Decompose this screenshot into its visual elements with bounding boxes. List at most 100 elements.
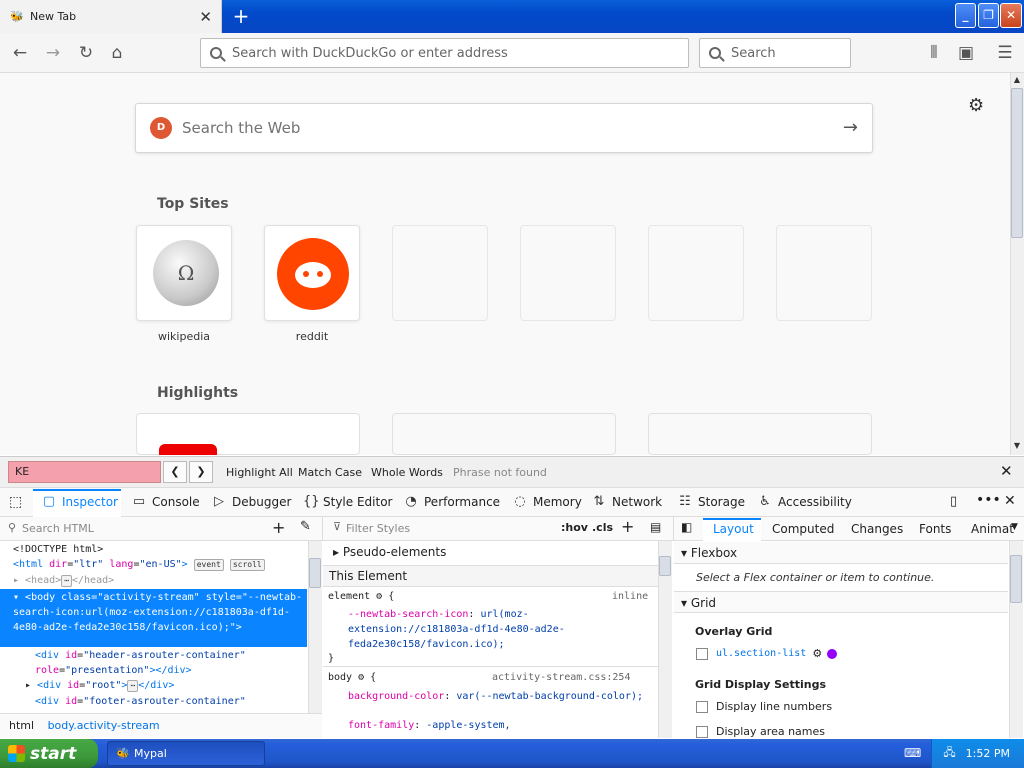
close-window-button[interactable]: ✕ [1000, 3, 1022, 28]
print-simulation-icon[interactable]: ▤ [650, 520, 661, 534]
web-search-box[interactable]: D Search the Web → [135, 103, 873, 153]
add-node-icon[interactable]: + [272, 518, 285, 537]
highlight-all-option[interactable]: Highlight All [226, 466, 293, 479]
match-case-option[interactable]: Match Case [298, 466, 362, 479]
top-site-label: reddit [295, 330, 329, 343]
pseudo-elements-toggle[interactable]: ▸ Pseudo-elements [333, 545, 446, 559]
more-options-icon[interactable]: ••• [976, 492, 1001, 508]
html-line[interactable]: <div id="footer-asrouter-container" [35, 694, 246, 709]
tab-new-tab[interactable]: 🐝 New Tab ✕ [0, 0, 222, 33]
highlight-card-empty[interactable] [392, 413, 616, 455]
find-next-button[interactable]: ❯ [189, 461, 213, 483]
back-icon[interactable]: ← [9, 42, 31, 64]
layout-scrollbar-thumb[interactable] [1010, 555, 1022, 603]
devtools-close-icon[interactable]: ✕ [1004, 493, 1016, 509]
add-rule-icon[interactable]: + [621, 517, 634, 536]
tab-animations[interactable]: Animat [971, 522, 1014, 536]
element-picker-icon[interactable]: ⬚ [9, 494, 22, 510]
scroll-up-icon[interactable]: ▲ [1011, 74, 1023, 86]
toggle-pane-icon[interactable]: ◧ [681, 520, 692, 534]
sidebar-icon[interactable]: ▣ [955, 42, 977, 64]
html-line[interactable]: ▸ <div id="root"> ⋯ </div> [25, 678, 174, 693]
grid-item-checkbox[interactable] [696, 647, 708, 660]
page-scrollbar-thumb[interactable] [1011, 88, 1023, 238]
find-close-icon[interactable]: ✕ [1000, 462, 1013, 480]
rules-scrollbar-thumb[interactable] [659, 556, 671, 576]
gear-icon[interactable]: ⚙ [968, 95, 984, 116]
search-bar[interactable]: Search [699, 38, 851, 68]
clock[interactable]: 1:52 PM [966, 747, 1010, 760]
dock-icon[interactable]: ▯ [950, 494, 957, 509]
tab-debugger[interactable]: ▷ Debugger [212, 495, 291, 510]
highlight-card-youtube[interactable] [136, 413, 360, 455]
tab-layout[interactable]: Layout [713, 522, 754, 536]
top-site-empty[interactable] [776, 225, 872, 321]
top-site-wikipedia[interactable]: Ω [136, 225, 232, 321]
library-icon[interactable]: ⫴ [923, 42, 945, 64]
taskbar-item-mypal[interactable]: 🐝 Mypal [107, 741, 265, 766]
tab-style-editor[interactable]: {} Style Editor [303, 495, 392, 510]
minimize-button[interactable]: _ [955, 3, 976, 28]
hov-button[interactable]: :hov [561, 521, 588, 534]
find-previous-button[interactable]: ❮ [163, 461, 187, 483]
tab-fonts[interactable]: Fonts [919, 522, 951, 536]
network-tray-icon[interactable]: 🖧 [943, 744, 955, 763]
scroll-down-icon[interactable]: ▼ [1011, 440, 1023, 452]
menu-icon[interactable]: ☰ [994, 42, 1016, 64]
grid-item-row[interactable]: ul.section-list ⚙ [696, 647, 838, 660]
top-site-empty[interactable] [392, 225, 488, 321]
rule-declaration[interactable]: --newtab-search-icon: url(moz-extension:… [348, 607, 648, 652]
html-line[interactable]: ▸ <head> ⋯ </head> [13, 573, 114, 588]
html-line[interactable]: <!DOCTYPE html> [13, 542, 103, 557]
display-line-numbers-option[interactable]: Display line numbers [696, 700, 832, 713]
rule-declaration[interactable]: background-color: var(--newtab-backgroun… [348, 689, 648, 704]
highlight-card-empty[interactable] [648, 413, 872, 455]
grid-toggle[interactable]: ▾ Grid [681, 596, 716, 610]
reload-icon[interactable]: ↻ [75, 42, 97, 64]
search-html-input[interactable]: Search HTML [22, 522, 94, 535]
tab-changes[interactable]: Changes [851, 522, 903, 536]
top-site-empty[interactable] [520, 225, 616, 321]
filter-styles-input[interactable]: Filter Styles [346, 522, 410, 535]
tab-accessibility[interactable]: ♿ Accessibility [758, 495, 852, 510]
tab-console[interactable]: ▭ Console [132, 495, 200, 510]
display-area-names-option[interactable]: Display area names [696, 725, 825, 738]
tab-close-icon[interactable]: ✕ [199, 8, 212, 26]
tab-label: Network [612, 495, 663, 509]
forward-icon[interactable]: → [42, 42, 64, 64]
home-icon[interactable]: ⌂ [106, 42, 128, 64]
checkbox[interactable] [696, 700, 708, 713]
html-line-body[interactable]: ▾ <body class="activity-stream" style="-… [13, 590, 305, 635]
checkbox[interactable] [696, 725, 708, 738]
flexbox-toggle[interactable]: ▾ Flexbox [681, 546, 737, 560]
breadcrumb-body[interactable]: body.activity-stream [48, 719, 160, 732]
grid-color-swatch[interactable] [827, 648, 838, 659]
tab-inspector[interactable]: ▢ Inspector [42, 495, 118, 510]
find-input[interactable]: KE [8, 461, 161, 483]
top-site-empty[interactable] [648, 225, 744, 321]
rule-source-file[interactable]: activity-stream.css:254 [492, 672, 630, 683]
cls-button[interactable]: .cls [592, 521, 613, 534]
breadcrumb-html[interactable]: html [9, 719, 34, 732]
tab-performance[interactable]: ◔ Performance [404, 495, 500, 510]
whole-words-option[interactable]: Whole Words [371, 466, 443, 479]
tab-network[interactable]: ⇅ Network [592, 495, 663, 510]
top-site-reddit[interactable] [264, 225, 360, 321]
maximize-button[interactable]: ❐ [978, 3, 999, 28]
tab-computed[interactable]: Computed [772, 522, 834, 536]
html-scrollbar-thumb[interactable] [309, 558, 321, 588]
html-line[interactable]: role="presentation"></div> [35, 663, 192, 678]
tab-storage[interactable]: ☷ Storage [678, 495, 745, 510]
html-line[interactable]: <div id="header-asrouter-container" [35, 648, 246, 663]
eyedropper-icon[interactable]: ✎ [300, 519, 311, 534]
grid-settings-icon[interactable]: ⚙ [812, 647, 822, 660]
url-bar[interactable]: Search with DuckDuckGo or enter address [200, 38, 689, 68]
tabs-overflow-icon[interactable]: ▼ [1011, 522, 1018, 532]
tab-memory[interactable]: ◌ Memory [513, 495, 581, 510]
html-line[interactable]: <html dir="ltr" lang="en-US"> event scro… [13, 557, 265, 572]
rule-declaration[interactable]: font-family: -apple-system, [348, 720, 511, 731]
arrow-right-icon[interactable]: → [843, 117, 858, 138]
keyboard-icon[interactable]: ⌨ [904, 746, 921, 760]
grid-header[interactable] [674, 591, 1008, 613]
new-tab-button[interactable]: + [231, 5, 251, 27]
